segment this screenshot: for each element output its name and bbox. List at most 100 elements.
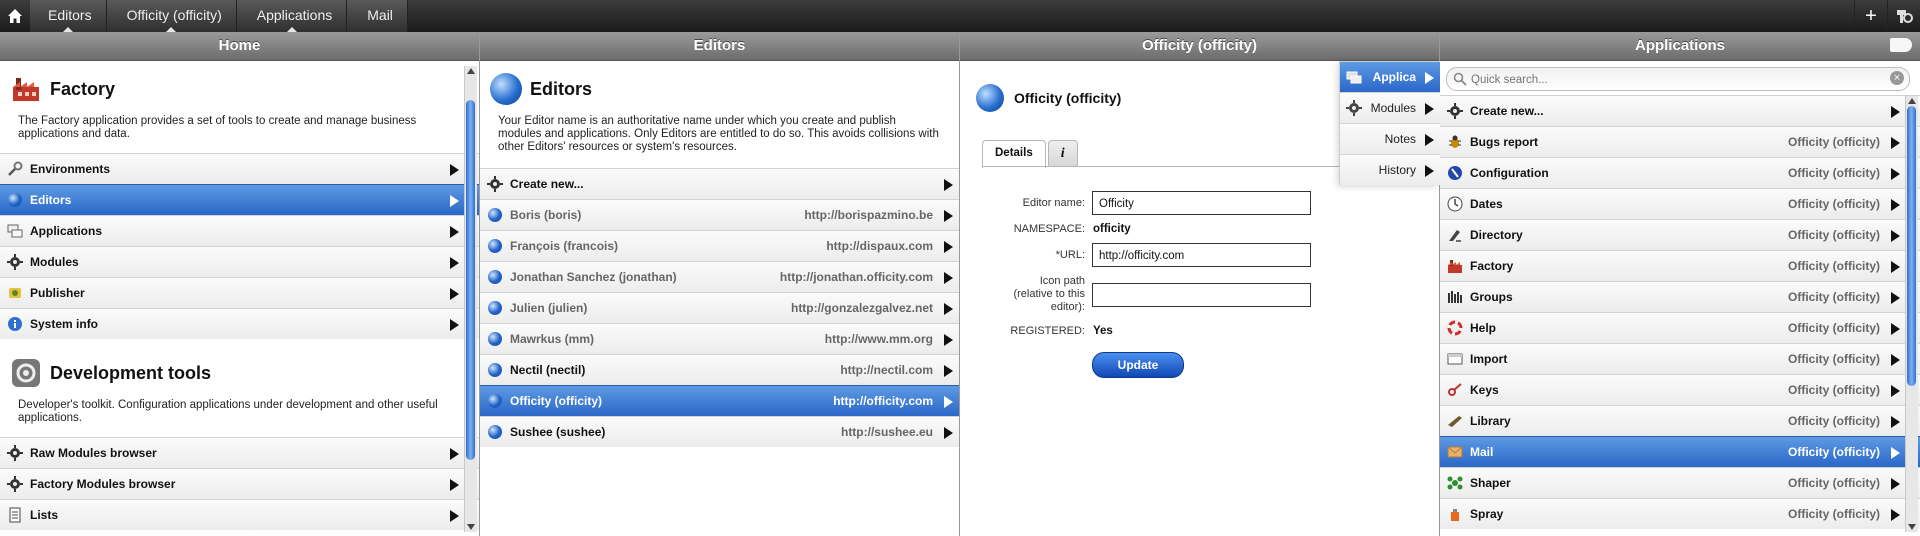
row-value: Officity (officity) bbox=[1788, 352, 1880, 366]
editor-row-7[interactable]: Sushee (sushee) http://sushee.eu bbox=[480, 416, 959, 447]
home-factory-item-5[interactable]: System info bbox=[0, 308, 479, 339]
editors-column: Editors Editors Your Editor name is an a… bbox=[480, 32, 960, 536]
home-devtools-item-0[interactable]: Raw Modules browser bbox=[0, 437, 479, 468]
breadcrumb-item-mail[interactable]: Mail bbox=[347, 0, 408, 32]
applications-icon bbox=[7, 224, 23, 238]
row-label: Publisher bbox=[30, 286, 85, 300]
row-label: Directory bbox=[1470, 228, 1523, 242]
home-devtools-item-1[interactable]: Factory Modules browser bbox=[0, 468, 479, 499]
application-row-5[interactable]: Groups Officity (officity) bbox=[1440, 281, 1920, 312]
chevron-right-icon bbox=[1891, 323, 1900, 335]
home-factory-item-0[interactable]: Environments bbox=[0, 153, 479, 184]
application-row-2[interactable]: Dates Officity (officity) bbox=[1440, 188, 1920, 219]
top-bar: Editors Officity (officity) Applications… bbox=[0, 0, 1920, 33]
chevron-right-icon bbox=[1891, 416, 1900, 428]
application-row-10[interactable]: Mail Officity (officity) bbox=[1440, 436, 1920, 467]
home-devtools-item-2[interactable]: Lists bbox=[0, 499, 479, 530]
home-factory-item-1[interactable]: Editors bbox=[0, 184, 479, 215]
home-factory-item-4[interactable]: Publisher bbox=[0, 277, 479, 308]
search-input[interactable] bbox=[1469, 70, 1887, 89]
home-factory-item-3[interactable]: Modules bbox=[0, 246, 479, 277]
chevron-right-icon bbox=[450, 195, 459, 207]
application-row-9[interactable]: Library Officity (officity) bbox=[1440, 405, 1920, 436]
breadcrumb-item-officity[interactable]: Officity (officity) bbox=[106, 0, 237, 33]
scroll-up-icon[interactable] bbox=[1908, 98, 1916, 104]
application-row-6[interactable]: Help Officity (officity) bbox=[1440, 312, 1920, 343]
row-value: Officity (officity) bbox=[1788, 476, 1880, 490]
scroll-thumb[interactable] bbox=[1907, 106, 1916, 386]
application-row-11[interactable]: Shaper Officity (officity) bbox=[1440, 467, 1920, 498]
groups-icon bbox=[1448, 291, 1462, 303]
scroll-thumb[interactable] bbox=[466, 100, 475, 460]
row-label: Bugs report bbox=[1470, 135, 1539, 149]
subnav-item-modules[interactable]: Modules bbox=[1340, 92, 1440, 123]
row-value: http://sushee.eu bbox=[840, 425, 933, 439]
row-label: Officity (officity) bbox=[510, 394, 602, 408]
editors-list: Boris (boris) http://borispazmino.be Franç… bbox=[480, 199, 959, 447]
tag-icon[interactable] bbox=[1890, 38, 1912, 52]
applications-scrollbar[interactable] bbox=[1905, 96, 1918, 532]
scroll-up-icon[interactable] bbox=[467, 68, 475, 74]
home-scrollbar[interactable] bbox=[464, 66, 477, 532]
home-factory-item-2[interactable]: Applications bbox=[0, 215, 479, 246]
application-row-3[interactable]: Directory Officity (officity) bbox=[1440, 219, 1920, 250]
top-right-toolbar: + bbox=[1854, 0, 1920, 32]
chevron-right-icon bbox=[944, 334, 953, 346]
create-new-editor-button[interactable]: Create new... bbox=[480, 168, 959, 199]
row-label: Spray bbox=[1470, 507, 1504, 521]
row-label: Groups bbox=[1470, 290, 1513, 304]
row-value: Officity (officity) bbox=[1788, 135, 1880, 149]
column-title: Home bbox=[0, 32, 479, 61]
row-label: Sushee (sushee) bbox=[510, 425, 606, 439]
search-box: × bbox=[1446, 67, 1910, 91]
application-row-1[interactable]: Configuration Officity (officity) bbox=[1440, 157, 1920, 188]
clear-search-icon[interactable]: × bbox=[1890, 71, 1904, 85]
scroll-down-icon[interactable] bbox=[1908, 524, 1916, 530]
breadcrumb-item-editors[interactable]: Editors bbox=[30, 0, 107, 33]
row-label: Create new... bbox=[1470, 104, 1544, 118]
create-new-application-button[interactable]: Create new... bbox=[1440, 96, 1920, 126]
bug-icon bbox=[1449, 135, 1461, 148]
editor-row-1[interactable]: François (francois) http://dispaux.com bbox=[480, 230, 959, 261]
subnav-item-history[interactable]: History bbox=[1340, 154, 1440, 185]
editor-row-6[interactable]: Officity (officity) http://officity.com bbox=[480, 385, 959, 416]
editor-row-5[interactable]: Nectil (nectil) http://nectil.com bbox=[480, 354, 959, 385]
chevron-right-icon bbox=[1425, 72, 1434, 84]
application-row-7[interactable]: Import Officity (officity) bbox=[1440, 343, 1920, 374]
library-icon bbox=[1448, 416, 1462, 427]
plus-icon: + bbox=[1865, 4, 1877, 27]
section-heading: Factory bbox=[50, 78, 116, 99]
chevron-right-icon bbox=[1891, 292, 1900, 304]
devtools-icon bbox=[12, 359, 40, 387]
row-label: Factory bbox=[1470, 259, 1514, 273]
update-button[interactable]: Update bbox=[1092, 352, 1184, 378]
breadcrumb-item-applications[interactable]: Applications bbox=[236, 0, 348, 33]
editor-row-3[interactable]: Julien (julien) http://gonzalezgalvez.net bbox=[480, 292, 959, 323]
subnav-item-notes[interactable]: Notes bbox=[1340, 123, 1440, 154]
row-value: Officity (officity) bbox=[1788, 259, 1880, 273]
row-label: Mawrkus (mm) bbox=[510, 332, 595, 346]
subnav-item-applications[interactable]: Applica bbox=[1340, 61, 1440, 92]
tools-button[interactable] bbox=[1887, 0, 1920, 32]
editor-row-4[interactable]: Mawrkus (mm) http://www.mm.org bbox=[480, 323, 959, 354]
application-row-12[interactable]: Spray Officity (officity) bbox=[1440, 498, 1920, 529]
keys-icon bbox=[1448, 383, 1462, 396]
application-row-4[interactable]: Factory Officity (officity) bbox=[1440, 250, 1920, 281]
row-value: Officity (officity) bbox=[1788, 290, 1880, 304]
chevron-right-icon bbox=[450, 226, 459, 238]
home-icon[interactable] bbox=[0, 0, 30, 32]
add-button[interactable]: + bbox=[1854, 0, 1887, 32]
editor-row-2[interactable]: Jonathan Sanchez (jonathan) http://jonath… bbox=[480, 261, 959, 292]
factory-heading: Factory bbox=[0, 61, 479, 111]
globe-icon bbox=[976, 84, 1004, 112]
subnav-label: History bbox=[1378, 163, 1416, 177]
application-row-0[interactable]: Bugs report Officity (officity) bbox=[1440, 126, 1920, 157]
application-row-8[interactable]: Keys Officity (officity) bbox=[1440, 374, 1920, 405]
row-label: Configuration bbox=[1470, 166, 1549, 180]
editor-row-0[interactable]: Boris (boris) http://borispazmino.be bbox=[480, 199, 959, 230]
chevron-right-icon bbox=[944, 396, 953, 408]
globe-icon bbox=[488, 239, 502, 253]
row-label: Shaper bbox=[1470, 476, 1511, 490]
globe-icon bbox=[8, 193, 22, 207]
scroll-down-icon[interactable] bbox=[467, 524, 475, 530]
